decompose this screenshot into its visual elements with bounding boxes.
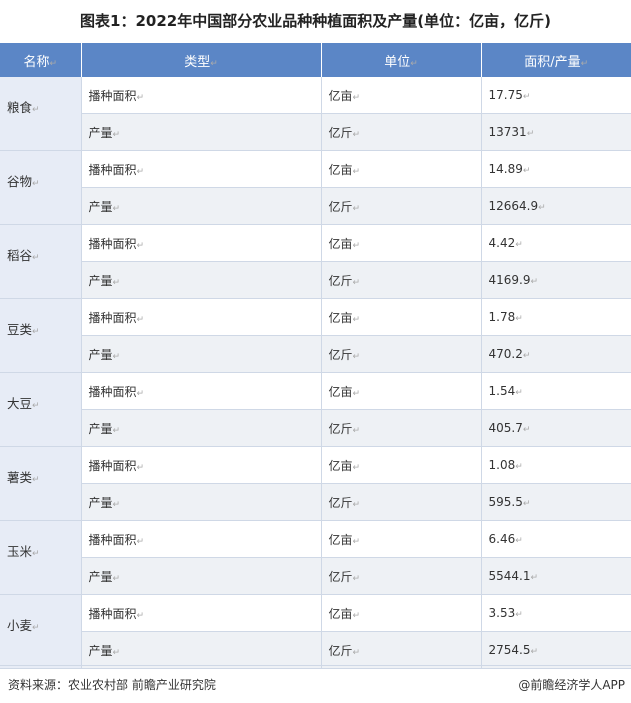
cell-type: 播种面积↵ (81, 77, 322, 114)
cell-unit: 亿斤↵ (321, 187, 482, 225)
cell-type: 播种面积↵ (81, 594, 322, 632)
cell-type: 播种面积↵ (81, 150, 322, 188)
cell-unit: 亿斤↵ (321, 409, 482, 447)
cell-unit: 亿斤↵ (321, 113, 482, 151)
cell-unit: 亿亩↵ (321, 594, 482, 632)
cell-name: 玉米↵ (0, 520, 82, 595)
cell-name: 谷物↵ (0, 150, 82, 225)
cell-unit: 亿亩↵ (321, 446, 482, 484)
cell-unit: 亿斤↵ (321, 261, 482, 299)
header-type: 类型↵ (81, 43, 322, 77)
header-value: 面积/产量↵ (481, 43, 631, 77)
cell-value: 13731↵ (481, 113, 631, 151)
cell-name: 薯类↵ (0, 446, 82, 521)
brand-credit: @前瞻经济学人APP (518, 678, 625, 692)
cell-unit: 亿亩↵ (321, 150, 482, 188)
table-row: 产量↵ 亿斤↵ 405.7↵ (0, 409, 631, 447)
table-row: 产量↵ 亿斤↵ 470.2↵ (0, 335, 631, 373)
footer: 资料来源：农业农村部 前瞻产业研究院 @前瞻经济学人APP (0, 665, 631, 703)
cell-value: 12664.9↵ (481, 187, 631, 225)
cell-name: 豆类↵ (0, 298, 82, 373)
cell-unit: 亿斤↵ (321, 631, 482, 669)
cell-type: 产量↵ (81, 187, 322, 225)
table-header-row: 名称↵ 类型↵ 单位↵ 面积/产量↵ (0, 43, 631, 77)
cell-value: 470.2↵ (481, 335, 631, 373)
figure-title: 图表1：2022年中国部分农业品种种植面积及产量(单位：亿亩，亿斤) (80, 12, 551, 30)
header-name: 名称↵ (0, 43, 82, 77)
cell-type: 播种面积↵ (81, 372, 322, 410)
table-row: 产量↵ 亿斤↵ 12664.9↵ (0, 187, 631, 225)
cell-value: 2754.5↵ (481, 631, 631, 669)
cell-unit: 亿斤↵ (321, 335, 482, 373)
cell-value: 1.78↵ (481, 298, 631, 336)
cell-value: 595.5↵ (481, 483, 631, 521)
cell-unit: 亿亩↵ (321, 372, 482, 410)
header-unit: 单位↵ (321, 43, 482, 77)
cell-value: 1.54↵ (481, 372, 631, 410)
cell-name: 粮食↵ (0, 77, 82, 151)
cell-value: 14.89↵ (481, 150, 631, 188)
cell-type: 产量↵ (81, 261, 322, 299)
cell-unit: 亿亩↵ (321, 224, 482, 262)
table-row: 薯类↵ 播种面积↵ 亿亩↵ 1.08↵ (0, 446, 631, 521)
cell-type: 产量↵ (81, 113, 322, 151)
cell-type: 播种面积↵ (81, 224, 322, 262)
cell-value: 3.53↵ (481, 594, 631, 632)
cell-name: 稻谷↵ (0, 224, 82, 299)
cell-type: 产量↵ (81, 557, 322, 595)
table-row: 大豆↵ 播种面积↵ 亿亩↵ 1.54↵ (0, 372, 631, 447)
cell-value: 405.7↵ (481, 409, 631, 447)
table-row: 产量↵ 亿斤↵ 4169.9↵ (0, 261, 631, 299)
table-row: 粮食↵ 播种面积↵ 亿亩↵ 17.75↵ (0, 77, 631, 151)
cell-value: 4169.9↵ (481, 261, 631, 299)
cell-unit: 亿斤↵ (321, 483, 482, 521)
data-table: 名称↵ 类型↵ 单位↵ 面积/产量↵ 粮食↵ 播种面积↵ 亿亩↵ 17.75↵ 产量↵ 亿… (0, 43, 631, 669)
cell-type: 产量↵ (81, 631, 322, 669)
cell-value: 6.46↵ (481, 520, 631, 558)
cell-unit: 亿斤↵ (321, 557, 482, 595)
cell-type: 产量↵ (81, 483, 322, 521)
cell-type: 产量↵ (81, 335, 322, 373)
cell-unit: 亿亩↵ (321, 298, 482, 336)
cell-type: 播种面积↵ (81, 446, 322, 484)
table-row: 玉米↵ 播种面积↵ 亿亩↵ 6.46↵ (0, 520, 631, 595)
source-note: 资料来源：农业农村部 前瞻产业研究院 (8, 678, 216, 692)
table-row: 产量↵ 亿斤↵ 13731↵ (0, 113, 631, 151)
cell-unit: 亿亩↵ (321, 77, 482, 114)
table-row: 产量↵ 亿斤↵ 2754.5↵ (0, 631, 631, 669)
table-row: 产量↵ 亿斤↵ 5544.1↵ (0, 557, 631, 595)
cell-name: 大豆↵ (0, 372, 82, 447)
cell-value: 17.75↵ (481, 77, 631, 114)
cell-type: 产量↵ (81, 409, 322, 447)
cell-type: 播种面积↵ (81, 298, 322, 336)
table-row: 稻谷↵ 播种面积↵ 亿亩↵ 4.42↵ (0, 224, 631, 299)
table-row: 产量↵ 亿斤↵ 595.5↵ (0, 483, 631, 521)
cell-value: 4.42↵ (481, 224, 631, 262)
cell-name: 小麦↵ (0, 594, 82, 669)
table-row: 豆类↵ 播种面积↵ 亿亩↵ 1.78↵ (0, 298, 631, 373)
table-row: 谷物↵ 播种面积↵ 亿亩↵ 14.89↵ (0, 150, 631, 225)
cell-value: 5544.1↵ (481, 557, 631, 595)
table-row: 小麦↵ 播种面积↵ 亿亩↵ 3.53↵ (0, 594, 631, 669)
cell-unit: 亿亩↵ (321, 520, 482, 558)
cell-type: 播种面积↵ (81, 520, 322, 558)
cell-value: 1.08↵ (481, 446, 631, 484)
